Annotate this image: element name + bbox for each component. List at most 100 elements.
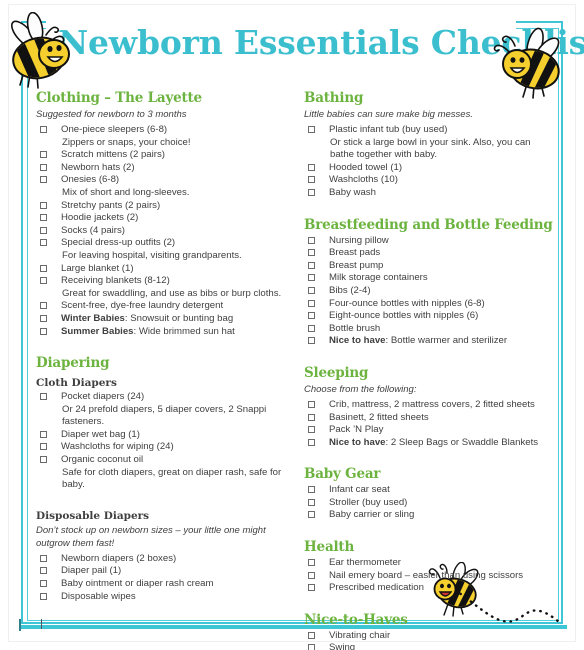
list-item[interactable]: Plastic infant tub (buy used) Or stick a … bbox=[304, 124, 554, 162]
item-subtext: For leaving hospital, visiting grandpare… bbox=[62, 249, 242, 261]
list-item[interactable]: Special dress-up outfits (2) For leaving … bbox=[36, 237, 286, 262]
empty-checkbox-icon[interactable] bbox=[308, 163, 315, 171]
list-item[interactable]: Crib, mattress, 2 mattress covers, 2 fit… bbox=[304, 399, 554, 412]
list-item[interactable]: Diaper pail (1) bbox=[36, 565, 286, 578]
empty-checkbox-icon[interactable] bbox=[308, 299, 315, 307]
empty-checkbox-icon[interactable] bbox=[308, 286, 315, 294]
list-item[interactable]: Winter Babies: Snowsuit or bunting bag bbox=[36, 313, 286, 326]
empty-checkbox-icon[interactable] bbox=[308, 188, 315, 196]
empty-checkbox-icon[interactable] bbox=[40, 277, 47, 285]
list-item[interactable]: Baby ointment or diaper rash cream bbox=[36, 578, 286, 591]
list-item[interactable]: Nice to have: Bottle warmer and steriliz… bbox=[304, 335, 554, 348]
list-item[interactable]: Hooded towel (1) bbox=[304, 162, 554, 175]
empty-checkbox-icon[interactable] bbox=[308, 511, 315, 519]
empty-checkbox-icon[interactable] bbox=[308, 176, 315, 184]
empty-checkbox-icon[interactable] bbox=[40, 393, 47, 401]
list-item[interactable]: Four-ounce bottles with nipples (6-8) bbox=[304, 298, 554, 311]
list-item[interactable]: Swing bbox=[304, 642, 554, 650]
empty-checkbox-icon[interactable] bbox=[308, 584, 315, 592]
item-label: Scratch mittens (2 pairs) bbox=[61, 149, 165, 161]
item-label: Basinett, 2 fitted sheets bbox=[329, 411, 429, 423]
list-item[interactable]: Receiving blankets (8-12) Great for swadd… bbox=[36, 275, 286, 300]
list-item[interactable]: One-piece sleepers (6-8) Zippers or snaps… bbox=[36, 124, 286, 149]
list-item[interactable]: Stroller (buy used) bbox=[304, 497, 554, 510]
list-item[interactable]: Scent-free, dye-free laundry detergent bbox=[36, 300, 286, 313]
empty-checkbox-icon[interactable] bbox=[40, 151, 47, 159]
empty-checkbox-icon[interactable] bbox=[308, 498, 315, 506]
list-item[interactable]: Nice to have: 2 Sleep Bags or Swaddle Bl… bbox=[304, 437, 554, 450]
list-item[interactable]: Nursing pillow bbox=[304, 235, 554, 248]
empty-checkbox-icon[interactable] bbox=[40, 592, 47, 600]
empty-checkbox-icon[interactable] bbox=[40, 430, 47, 438]
list-item[interactable]: Breast pump bbox=[304, 260, 554, 273]
list-item[interactable]: Bibs (2-4) bbox=[304, 285, 554, 298]
empty-checkbox-icon[interactable] bbox=[308, 438, 315, 446]
list-item[interactable]: Baby carrier or sling bbox=[304, 509, 554, 522]
list-item[interactable]: Ear thermometer bbox=[304, 557, 554, 570]
empty-checkbox-icon[interactable] bbox=[40, 201, 47, 209]
list-item[interactable]: Newborn hats (2) bbox=[36, 162, 286, 175]
list-item[interactable]: Baby wash bbox=[304, 187, 554, 200]
empty-checkbox-icon[interactable] bbox=[308, 559, 315, 567]
list-item[interactable]: Pack ’N Play bbox=[304, 424, 554, 437]
empty-checkbox-icon[interactable] bbox=[308, 274, 315, 282]
list-item[interactable]: Summer Babies: Wide brimmed sun hat bbox=[36, 326, 286, 339]
list-item[interactable]: Bottle brush bbox=[304, 323, 554, 336]
empty-checkbox-icon[interactable] bbox=[308, 249, 315, 257]
list-item[interactable]: Large blanket (1) bbox=[36, 263, 286, 276]
empty-checkbox-icon[interactable] bbox=[40, 226, 47, 234]
list-item[interactable]: Nail emery board – easier than using sci… bbox=[304, 570, 554, 583]
list-item[interactable]: Breast pads bbox=[304, 247, 554, 260]
empty-checkbox-icon[interactable] bbox=[308, 486, 315, 494]
empty-checkbox-icon[interactable] bbox=[308, 337, 315, 345]
list-item[interactable]: Basinett, 2 fitted sheets bbox=[304, 412, 554, 425]
empty-checkbox-icon[interactable] bbox=[40, 567, 47, 575]
empty-checkbox-icon[interactable] bbox=[40, 214, 47, 222]
empty-checkbox-icon[interactable] bbox=[40, 443, 47, 451]
list-item[interactable]: Stretchy pants (2 pairs) bbox=[36, 200, 286, 213]
empty-checkbox-icon[interactable] bbox=[308, 571, 315, 579]
empty-checkbox-icon[interactable] bbox=[40, 239, 47, 247]
empty-checkbox-icon[interactable] bbox=[308, 426, 315, 434]
empty-checkbox-icon[interactable] bbox=[40, 327, 47, 335]
list-item[interactable]: Washcloths (10) bbox=[304, 174, 554, 187]
list-item[interactable]: Pocket diapers (24) Or 24 prefold diapers… bbox=[36, 391, 286, 429]
list-item[interactable]: Vibrating chair bbox=[304, 630, 554, 643]
list-item[interactable]: Washcloths for wiping (24) bbox=[36, 441, 286, 454]
empty-checkbox-icon[interactable] bbox=[40, 580, 47, 588]
checklist-items: Pocket diapers (24) Or 24 prefold diapers… bbox=[36, 391, 286, 492]
empty-checkbox-icon[interactable] bbox=[308, 312, 315, 320]
list-item[interactable]: Onesies (6-8) Mix of short and long-sleev… bbox=[36, 174, 286, 199]
empty-checkbox-icon[interactable] bbox=[40, 456, 47, 464]
list-item[interactable]: Organic coconut oil Safe for cloth diaper… bbox=[36, 454, 286, 492]
list-item[interactable]: Prescribed medication bbox=[304, 582, 554, 595]
empty-checkbox-icon[interactable] bbox=[308, 413, 315, 421]
item-label: Onesies (6-8) bbox=[61, 174, 120, 186]
list-item[interactable]: Hoodie jackets (2) bbox=[36, 212, 286, 225]
empty-checkbox-icon[interactable] bbox=[40, 554, 47, 562]
empty-checkbox-icon[interactable] bbox=[40, 163, 47, 171]
list-item[interactable]: Socks (4 pairs) bbox=[36, 225, 286, 238]
list-item[interactable]: Diaper wet bag (1) bbox=[36, 429, 286, 442]
list-item[interactable]: Newborn diapers (2 boxes) bbox=[36, 553, 286, 566]
item-label: Breast pump bbox=[329, 259, 384, 271]
empty-checkbox-icon[interactable] bbox=[308, 261, 315, 269]
empty-checkbox-icon[interactable] bbox=[40, 314, 47, 322]
empty-checkbox-icon[interactable] bbox=[308, 631, 315, 639]
list-item[interactable]: Milk storage containers bbox=[304, 272, 554, 285]
list-item[interactable]: Scratch mittens (2 pairs) bbox=[36, 149, 286, 162]
empty-checkbox-icon[interactable] bbox=[40, 264, 47, 272]
list-item[interactable]: Disposable wipes bbox=[36, 591, 286, 604]
empty-checkbox-icon[interactable] bbox=[308, 324, 315, 332]
list-item[interactable]: Eight-ounce bottles with nipples (6) bbox=[304, 310, 554, 323]
empty-checkbox-icon[interactable] bbox=[308, 400, 315, 408]
list-item[interactable]: Infant car seat bbox=[304, 484, 554, 497]
empty-checkbox-icon[interactable] bbox=[40, 302, 47, 310]
subsection-heading: Cloth Diapers bbox=[36, 377, 117, 390]
empty-checkbox-icon[interactable] bbox=[40, 126, 47, 133]
empty-checkbox-icon[interactable] bbox=[308, 644, 315, 650]
empty-checkbox-icon[interactable] bbox=[308, 236, 315, 244]
empty-checkbox-icon[interactable] bbox=[308, 126, 315, 133]
empty-checkbox-icon[interactable] bbox=[40, 176, 47, 184]
